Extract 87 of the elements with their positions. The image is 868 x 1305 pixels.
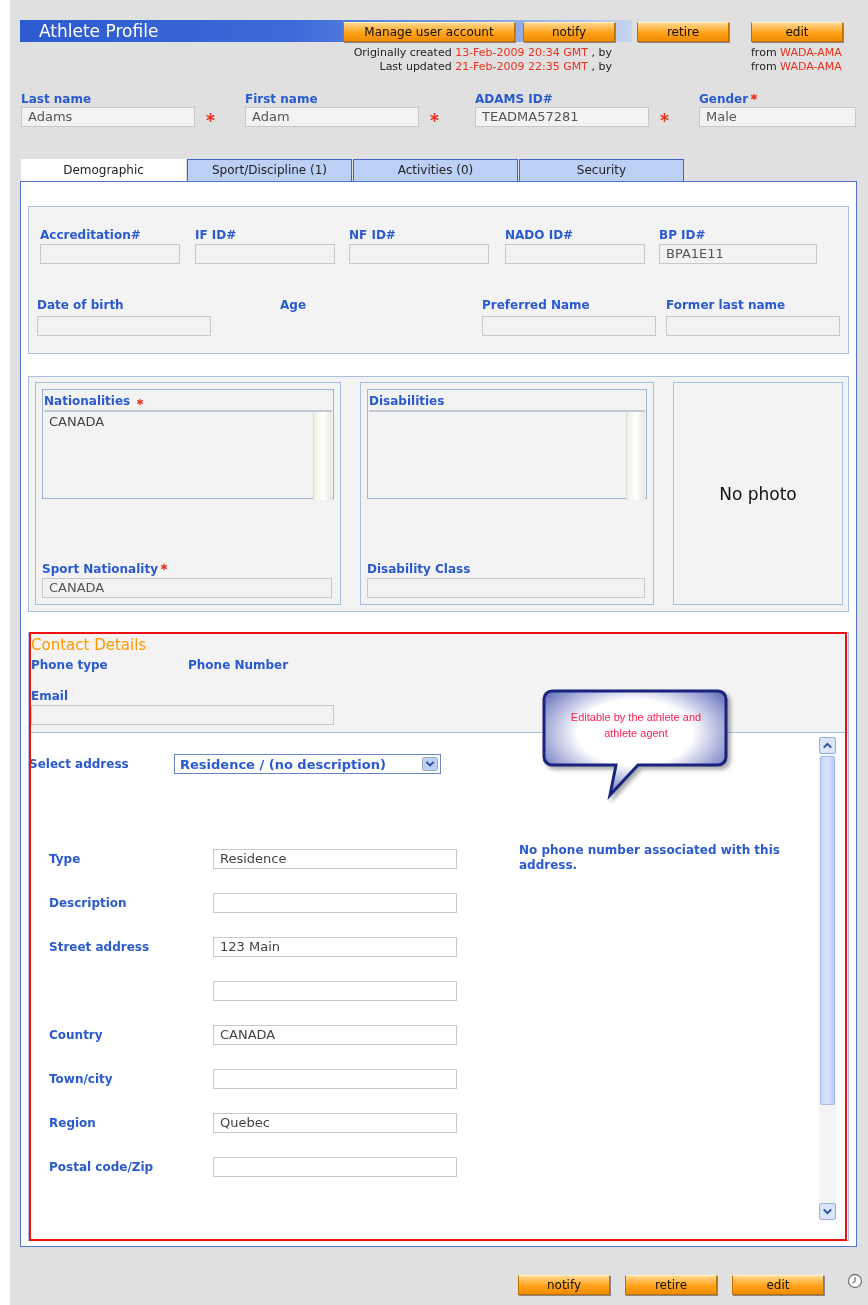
action-button[interactable]: edit xyxy=(732,1275,824,1295)
action-button[interactable]: retire xyxy=(637,22,729,42)
meta-from: from xyxy=(751,46,777,59)
meta-org: WADA-AMA xyxy=(780,60,842,73)
photo-placeholder-text: No photo xyxy=(719,483,797,504)
input-field[interactable] xyxy=(482,316,656,336)
input-field[interactable] xyxy=(37,316,211,336)
field-label: Preferred Name xyxy=(482,298,591,313)
meta-date: 13-Feb-2009 20:34 GMT xyxy=(455,46,588,59)
field-label: Former last name xyxy=(666,298,787,313)
field-label: BP ID# xyxy=(659,228,707,243)
input-field[interactable]: Male xyxy=(699,107,856,127)
tab[interactable]: Demographic xyxy=(21,159,186,181)
field-label: Region xyxy=(49,1115,97,1131)
input-field[interactable]: TEADMA57281 xyxy=(475,107,649,127)
action-button[interactable]: edit xyxy=(751,22,843,42)
meta-by: , by xyxy=(591,46,612,59)
field-label: Town/city xyxy=(49,1071,114,1087)
input-field[interactable] xyxy=(213,893,457,913)
scrollbar[interactable] xyxy=(819,737,836,1220)
input-field[interactable]: Adams xyxy=(21,107,195,127)
address-dropdown[interactable]: Residence / (no description) xyxy=(174,754,441,774)
field-label: Date of birth xyxy=(37,298,125,313)
meta-org: WADA-AMA xyxy=(780,46,842,59)
action-button[interactable]: notify xyxy=(518,1275,610,1295)
input-field[interactable] xyxy=(505,244,645,264)
scrollbar[interactable] xyxy=(313,412,332,500)
field-label: First name xyxy=(245,92,318,107)
field-label: NF ID# xyxy=(349,228,397,243)
input-field[interactable] xyxy=(349,244,489,264)
field-label: Email xyxy=(31,689,70,704)
field-label: ADAMS ID# xyxy=(475,92,553,107)
field-label: Sport Nationality xyxy=(42,562,158,577)
input-field[interactable] xyxy=(213,1157,457,1177)
input-field[interactable] xyxy=(213,981,457,1001)
action-button[interactable]: notify xyxy=(523,22,615,42)
tab[interactable]: Sport/Discipline (1) xyxy=(187,159,352,181)
input-field[interactable] xyxy=(31,705,334,725)
info-message: No phone number associated with this address. xyxy=(519,843,781,874)
input-field[interactable]: CANADA xyxy=(213,1025,457,1045)
field-label: Accreditation# xyxy=(40,228,142,243)
input-field[interactable] xyxy=(666,316,840,336)
field-label: Disability Class xyxy=(367,562,471,577)
field-label: Country xyxy=(49,1027,104,1043)
scroll-down-button[interactable] xyxy=(819,1203,836,1220)
tab[interactable]: Security xyxy=(519,159,684,181)
input-field[interactable] xyxy=(367,578,645,598)
input-field[interactable]: 123 Main xyxy=(213,937,457,957)
list-box[interactable]: Nationalities CANADA xyxy=(42,389,334,499)
field-label: Gender xyxy=(699,92,749,107)
field-label: Type xyxy=(49,851,82,867)
input-field[interactable]: BPA1E11 xyxy=(659,244,817,264)
input-field[interactable] xyxy=(195,244,335,264)
field-label: Select address xyxy=(29,756,130,772)
input-field[interactable]: Quebec xyxy=(213,1113,457,1133)
list-item[interactable]: CANADA xyxy=(44,412,313,431)
page-title: Athlete Profile xyxy=(39,21,159,41)
input-field[interactable]: Adam xyxy=(245,107,419,127)
field-label: NADO ID# xyxy=(505,228,575,243)
callout-text: Editable by the athlete and athlete agent xyxy=(569,710,703,741)
meta-date: 21-Feb-2009 22:35 GMT xyxy=(455,60,588,73)
input-field[interactable]: Residence xyxy=(213,849,457,869)
input-field[interactable] xyxy=(213,1069,457,1089)
meta-by: , by xyxy=(591,60,612,73)
scroll-up-button[interactable] xyxy=(819,737,836,754)
meta-label: Originally created xyxy=(353,46,452,59)
action-button[interactable]: Manage user account xyxy=(343,22,515,42)
section-title: Contact Details xyxy=(31,636,148,654)
field-label: Description xyxy=(49,895,128,911)
meta-label: Last updated xyxy=(379,60,452,73)
input-field[interactable]: CANADA xyxy=(42,578,332,598)
action-button[interactable]: retire xyxy=(625,1275,717,1295)
field-label: Street address xyxy=(49,939,151,955)
list-label: Nationalities xyxy=(44,394,131,409)
column-header: Phone type xyxy=(31,658,109,673)
tab[interactable]: Activities (0) xyxy=(353,159,518,181)
scrollbar[interactable] xyxy=(626,412,645,500)
input-field[interactable] xyxy=(40,244,180,264)
list-box[interactable]: Disabilities xyxy=(367,389,647,499)
column-header: Phone Number xyxy=(188,658,290,673)
field-label: IF ID# xyxy=(195,228,238,243)
clock-icon[interactable] xyxy=(847,1273,863,1289)
meta-from: from xyxy=(751,60,777,73)
list-label: Disabilities xyxy=(369,394,445,409)
field-label: Age xyxy=(280,298,307,313)
field-label: Postal code/Zip xyxy=(49,1159,155,1175)
field-label: Last name xyxy=(21,92,92,107)
